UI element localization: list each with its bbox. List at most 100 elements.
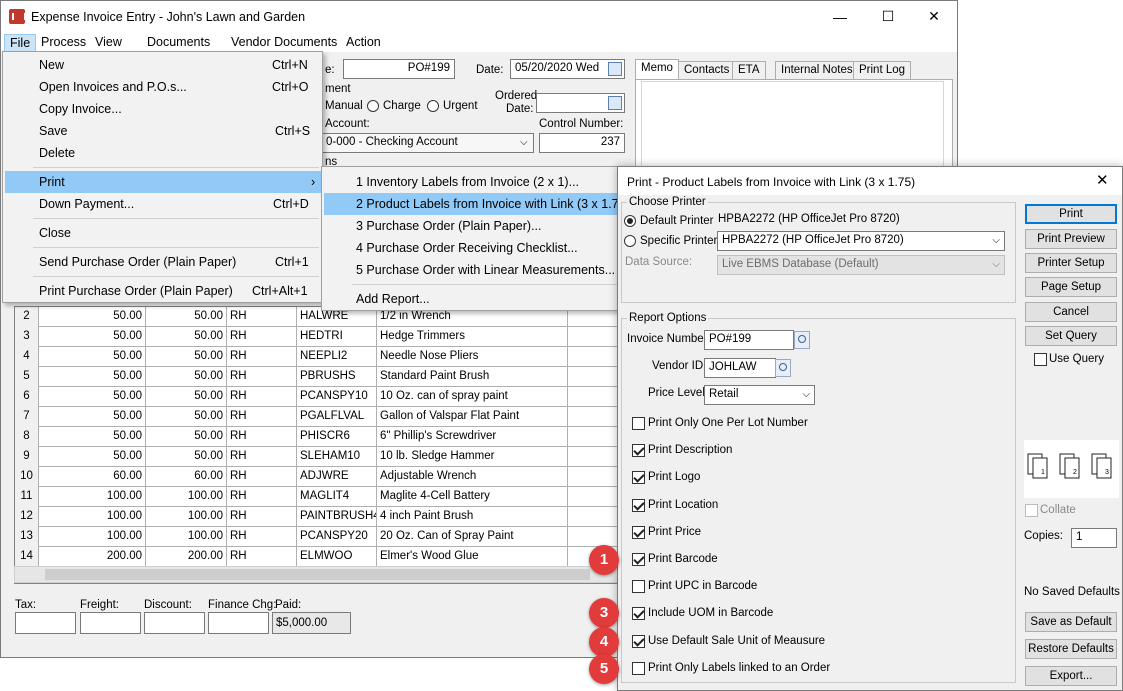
quantity-cell[interactable]: 100.00 [39, 487, 146, 507]
location-cell[interactable]: RH [227, 307, 297, 327]
ordered-date-field[interactable] [536, 93, 625, 113]
urgent-radio[interactable] [427, 100, 439, 112]
table-row[interactable]: 11 100.00 100.00 RH MAGLIT4 Maglite 4-Cell Ba… [15, 487, 623, 507]
menu-process[interactable]: Process [36, 34, 91, 52]
dialog-close-button[interactable]: ✕ [1096, 171, 1109, 189]
tab-print-log[interactable]: Print Log [853, 61, 912, 80]
amount-cell[interactable]: 50.00 [146, 407, 227, 427]
page-setup-button[interactable]: Page Setup [1025, 277, 1117, 297]
empty-cell[interactable] [568, 367, 623, 387]
amount-cell[interactable]: 50.00 [146, 367, 227, 387]
location-cell[interactable]: RH [227, 447, 297, 467]
option-checkbox[interactable] [632, 498, 645, 512]
vendor-id-input[interactable]: JOHLAW [704, 358, 776, 378]
tab-internal-notes[interactable]: Internal Notes [775, 61, 859, 80]
quantity-cell[interactable]: 200.00 [39, 547, 146, 567]
description-cell[interactable]: 10 lb. Sledge Hammer [377, 447, 568, 467]
copies-input[interactable]: 1 [1071, 528, 1117, 548]
menu-vendor-documents[interactable]: Vendor Documents [226, 34, 342, 52]
submenu-item-add-report[interactable]: Add Report... [324, 288, 619, 310]
quantity-cell[interactable]: 100.00 [39, 507, 146, 527]
quantity-cell[interactable]: 50.00 [39, 367, 146, 387]
table-row[interactable]: 8 50.00 50.00 RH PHISCR6 6" Phillip's Screwdr… [15, 427, 623, 447]
empty-cell[interactable] [568, 467, 623, 487]
amount-cell[interactable]: 100.00 [146, 507, 227, 527]
cancel-button[interactable]: Cancel [1025, 302, 1117, 322]
use-query-checkbox[interactable] [1034, 353, 1047, 366]
price-level-select[interactable]: Retail ⌵ [704, 385, 815, 405]
option-checkbox[interactable] [632, 553, 645, 566]
item-code-cell[interactable]: PCANSPY10 [297, 387, 377, 407]
description-cell[interactable]: Elmer's Wood Glue [377, 547, 568, 567]
finance-charge-field[interactable] [208, 612, 269, 634]
minimize-button[interactable]: — [817, 1, 863, 32]
set-query-button[interactable]: Set Query [1025, 326, 1117, 346]
search-icon[interactable] [775, 359, 791, 377]
quantity-cell[interactable]: 50.00 [39, 307, 146, 327]
location-cell[interactable]: RH [227, 527, 297, 547]
empty-cell[interactable] [568, 347, 623, 367]
quantity-cell[interactable]: 50.00 [39, 427, 146, 447]
description-cell[interactable]: Adjustable Wrench [377, 467, 568, 487]
table-row[interactable]: 7 50.00 50.00 RH PGALFLVAL Gallon of Valspar … [15, 407, 623, 427]
location-cell[interactable]: RH [227, 467, 297, 487]
amount-cell[interactable]: 50.00 [146, 307, 227, 327]
option-checkbox[interactable] [632, 471, 645, 485]
empty-cell[interactable] [568, 407, 623, 427]
location-cell[interactable]: RH [227, 347, 297, 367]
menu-action[interactable]: Action [341, 34, 386, 52]
table-row[interactable]: 9 50.00 50.00 RH SLEHAM10 10 lb. Sledge Hamme… [15, 447, 623, 467]
item-code-cell[interactable]: PGALFLVAL [297, 407, 377, 427]
submenu-item-inventory-labels[interactable]: 1 Inventory Labels from Invoice (2 x 1).… [324, 171, 619, 193]
table-row[interactable]: 5 50.00 50.00 RH PBRUSHS Standard Paint Brush [15, 367, 623, 387]
amount-cell[interactable]: 50.00 [146, 347, 227, 367]
option-checkbox[interactable] [632, 444, 645, 458]
item-code-cell[interactable]: HEDTRI [297, 327, 377, 347]
option-checkbox[interactable] [632, 580, 645, 594]
table-row[interactable]: 10 60.00 60.00 RH ADJWRE Adjustable Wrench [15, 467, 623, 487]
discount-field[interactable] [144, 612, 205, 634]
menu-item-down-payment[interactable]: Down Payment... Ctrl+D [5, 193, 322, 215]
amount-cell[interactable]: 100.00 [146, 487, 227, 507]
item-code-cell[interactable]: ADJWRE [297, 467, 377, 487]
item-code-cell[interactable]: PHISCR6 [297, 427, 377, 447]
menu-item-save[interactable]: Save Ctrl+S [5, 120, 322, 142]
submenu-item-receiving-checklist[interactable]: 4 Purchase Order Receiving Checklist... [324, 237, 619, 259]
option-checkbox[interactable] [632, 634, 645, 648]
amount-cell[interactable]: 50.00 [146, 427, 227, 447]
menu-item-close[interactable]: Close [5, 222, 322, 244]
quantity-cell[interactable]: 50.00 [39, 407, 146, 427]
item-code-cell[interactable]: ELMWOO [297, 547, 377, 567]
quantity-cell[interactable]: 50.00 [39, 447, 146, 467]
scrollbar-thumb[interactable] [45, 569, 590, 580]
restore-defaults-button[interactable]: Restore Defaults [1025, 639, 1117, 659]
print-button[interactable]: Print [1025, 204, 1117, 224]
location-cell[interactable]: RH [227, 487, 297, 507]
location-cell[interactable]: RH [227, 507, 297, 527]
menu-file[interactable]: File [4, 34, 37, 52]
table-row[interactable]: 4 50.00 50.00 RH NEEPLI2 Needle Nose Pliers [15, 347, 623, 367]
menu-item-send-purchase-order[interactable]: Send Purchase Order (Plain Paper) Ctrl+1 [5, 251, 322, 273]
description-cell[interactable]: 6" Phillip's Screwdriver [377, 427, 568, 447]
quantity-cell[interactable]: 100.00 [39, 527, 146, 547]
specific-printer-radio[interactable] [624, 235, 636, 247]
description-cell[interactable]: 10 Oz. can of spray paint [377, 387, 568, 407]
quantity-cell[interactable]: 50.00 [39, 387, 146, 407]
grid-horizontal-scrollbar[interactable] [14, 566, 624, 583]
table-row[interactable]: 14 200.00 200.00 RH ELMWOO Elmer's Wood Glue [15, 547, 623, 567]
item-code-cell[interactable]: PBRUSHS [297, 367, 377, 387]
menu-item-print-purchase-order[interactable]: Print Purchase Order (Plain Paper) Ctrl+… [5, 280, 322, 302]
description-cell[interactable]: Maglite 4-Cell Battery [377, 487, 568, 507]
charge-radio[interactable] [367, 100, 379, 112]
table-row[interactable]: 13 100.00 100.00 RH PCANSPY20 20 Oz. Can of S… [15, 527, 623, 547]
item-code-cell[interactable]: NEEPLI2 [297, 347, 377, 367]
location-cell[interactable]: RH [227, 367, 297, 387]
table-row[interactable]: 12 100.00 100.00 RH PAINTBRUSH4 4 inch Paint … [15, 507, 623, 527]
tab-contacts[interactable]: Contacts [678, 61, 736, 80]
calendar-icon[interactable] [608, 96, 622, 110]
tab-eta[interactable]: ETA [732, 61, 766, 80]
submenu-item-linear-measurements[interactable]: 5 Purchase Order with Linear Measurement… [324, 259, 619, 281]
item-code-cell[interactable]: SLEHAM10 [297, 447, 377, 467]
description-cell[interactable]: Gallon of Valspar Flat Paint [377, 407, 568, 427]
printer-setup-button[interactable]: Printer Setup [1025, 253, 1117, 273]
